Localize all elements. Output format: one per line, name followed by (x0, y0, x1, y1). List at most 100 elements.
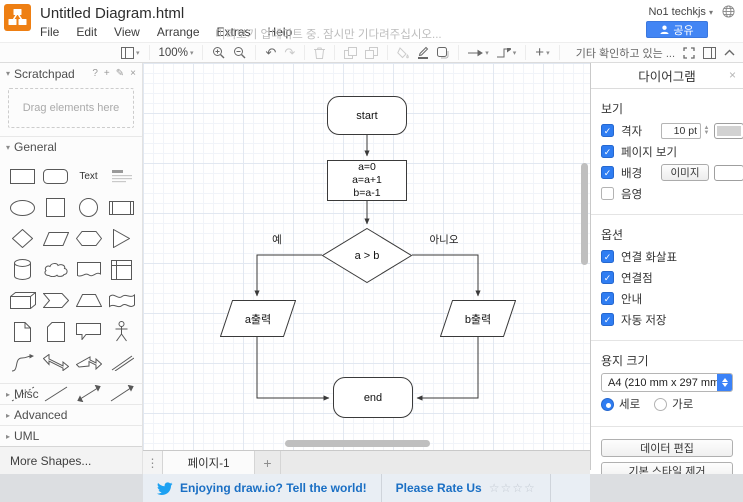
grid-size-input[interactable]: 10 pt (661, 122, 701, 139)
shape-curve[interactable] (6, 347, 39, 378)
to-front-button[interactable] (344, 46, 358, 59)
zoom-out-button[interactable] (233, 46, 246, 59)
to-back-button[interactable] (365, 46, 379, 59)
edge-outputb-to-end[interactable] (416, 337, 479, 401)
uml-section-header[interactable]: ▸ UML (0, 425, 142, 446)
line-color-button[interactable] (417, 46, 429, 59)
zoom-level-dropdown[interactable]: 100% ▾ (159, 47, 194, 59)
background-color-swatch[interactable] (714, 164, 743, 181)
document-title[interactable]: Untitled Diagram.html (40, 5, 184, 22)
user-menu[interactable]: No1 techkjs ▾ (648, 6, 713, 18)
connection-points-checkbox[interactable]: ✓ (601, 271, 614, 284)
redo-button[interactable]: ↷ (284, 46, 295, 59)
node-decision[interactable]: a > b (321, 227, 413, 284)
connection-arrows-checkbox[interactable]: ✓ (601, 250, 614, 263)
scratchpad-section-header[interactable]: ▾ Scratchpad ? + ✎ × (0, 63, 142, 84)
shape-bidirectional-arrow[interactable] (39, 347, 72, 378)
grid-size-stepper[interactable]: ▲ ▼ (702, 123, 711, 139)
shadow-button[interactable] (437, 46, 449, 59)
shape-arrow[interactable] (72, 347, 105, 378)
shape-textbox[interactable] (105, 161, 138, 192)
shape-document[interactable] (72, 254, 105, 285)
edge-decision-no[interactable] (412, 254, 481, 297)
guides-checkbox[interactable]: ✓ (601, 292, 614, 305)
rate-us-link[interactable]: Please Rate Us ☆☆☆☆ (382, 474, 551, 502)
shape-cylinder[interactable] (6, 254, 39, 285)
misc-section-header[interactable]: ▸ Misc (0, 383, 142, 404)
fill-color-button[interactable] (397, 46, 410, 59)
shape-double-line[interactable] (105, 347, 138, 378)
zoom-in-button[interactable] (212, 46, 225, 59)
format-panel-toggle-icon[interactable] (703, 46, 716, 59)
page-view-checkbox[interactable]: ✓ (601, 145, 614, 158)
background-image-button[interactable]: 이미지 (661, 164, 709, 181)
collapse-chevron-icon[interactable] (724, 49, 735, 56)
shape-internal-storage[interactable] (105, 254, 138, 285)
shape-cube[interactable] (6, 285, 39, 316)
paper-size-select[interactable]: A4 (210 mm x 297 mm) (601, 373, 733, 392)
shape-rectangle[interactable] (6, 161, 39, 192)
shape-rounded-rectangle[interactable] (39, 161, 72, 192)
landscape-radio[interactable]: 가로 (654, 396, 693, 412)
pages-menu-icon[interactable]: ⋮ (143, 451, 163, 474)
advanced-section-header[interactable]: ▸ Advanced (0, 404, 142, 425)
shape-callout[interactable] (72, 316, 105, 347)
edge-outputa-to-end[interactable] (256, 337, 330, 401)
shape-process[interactable] (105, 192, 138, 223)
page-tab-1[interactable]: 페이지-1 (163, 451, 255, 474)
scratchpad-edit-icon[interactable]: ✎ (116, 68, 124, 79)
node-end[interactable]: end (333, 377, 413, 418)
shape-triangle[interactable] (105, 223, 138, 254)
grid-checkbox[interactable]: ✓ (601, 124, 614, 137)
close-panel-icon[interactable]: × (729, 68, 736, 82)
insert-button[interactable]: + ▾ (535, 45, 549, 60)
shape-circle[interactable] (72, 192, 105, 223)
share-button[interactable]: 공유 (646, 21, 708, 38)
portrait-radio[interactable]: 세로 (601, 396, 640, 412)
more-shapes-button[interactable]: More Shapes... (0, 446, 142, 474)
autosave-checkbox[interactable]: ✓ (601, 313, 614, 326)
undo-button[interactable]: ↶ (265, 46, 276, 59)
shape-cloud[interactable] (39, 254, 72, 285)
shape-parallelogram[interactable] (39, 223, 72, 254)
waypoint-style-button[interactable]: ▾ (496, 47, 516, 58)
shape-trapezoid[interactable] (72, 285, 105, 316)
shape-step[interactable] (39, 285, 72, 316)
node-process[interactable]: a=0 a=a+1 b=a-1 (327, 160, 407, 201)
fullscreen-icon[interactable] (683, 46, 695, 59)
connection-style-button[interactable]: ▾ (468, 49, 489, 57)
background-checkbox[interactable]: ✓ (601, 166, 614, 179)
shape-actor[interactable] (105, 316, 138, 347)
tweet-link[interactable]: Enjoying draw.io? Tell the world! (143, 474, 382, 502)
shape-text[interactable]: Text (72, 161, 105, 192)
node-output-b[interactable]: b출력 (439, 300, 517, 337)
scratchpad-help-icon[interactable]: ? (92, 68, 98, 79)
horizontal-scrollbar[interactable] (285, 440, 430, 447)
menu-arrange[interactable]: Arrange (157, 25, 200, 39)
edit-data-button[interactable]: 데이터 편집 (601, 439, 733, 457)
diagram-canvas[interactable]: start a=0 a=a+1 b=a-1 a > b a출력 b출력 end … (143, 63, 590, 450)
shape-square[interactable] (39, 192, 72, 223)
rating-stars-icon[interactable]: ☆☆☆☆ (489, 481, 536, 495)
shadow-checkbox[interactable] (601, 187, 614, 200)
shape-note[interactable] (6, 316, 39, 347)
edge-label-yes[interactable]: 예 (265, 232, 289, 247)
add-page-button[interactable]: + (255, 451, 281, 474)
grid-color-swatch[interactable] (714, 122, 743, 139)
shape-diamond[interactable] (6, 223, 39, 254)
shape-hexagon[interactable] (72, 223, 105, 254)
delete-button[interactable] (314, 47, 326, 59)
menu-file[interactable]: File (40, 25, 59, 39)
menu-view[interactable]: View (114, 25, 140, 39)
scratchpad-dropzone[interactable]: Drag elements here (8, 88, 134, 128)
language-globe-icon[interactable] (722, 5, 735, 21)
shape-ellipse[interactable] (6, 192, 39, 223)
edge-label-no[interactable]: 아니오 (426, 232, 462, 247)
shape-tape[interactable] (105, 285, 138, 316)
scratchpad-close-icon[interactable]: × (130, 68, 136, 79)
view-mode-button[interactable]: ▾ (121, 46, 140, 59)
general-section-header[interactable]: ▾ General (0, 136, 142, 157)
node-output-a[interactable]: a출력 (219, 300, 297, 337)
scratchpad-add-icon[interactable]: + (104, 68, 110, 79)
edge-decision-yes[interactable] (254, 254, 322, 297)
